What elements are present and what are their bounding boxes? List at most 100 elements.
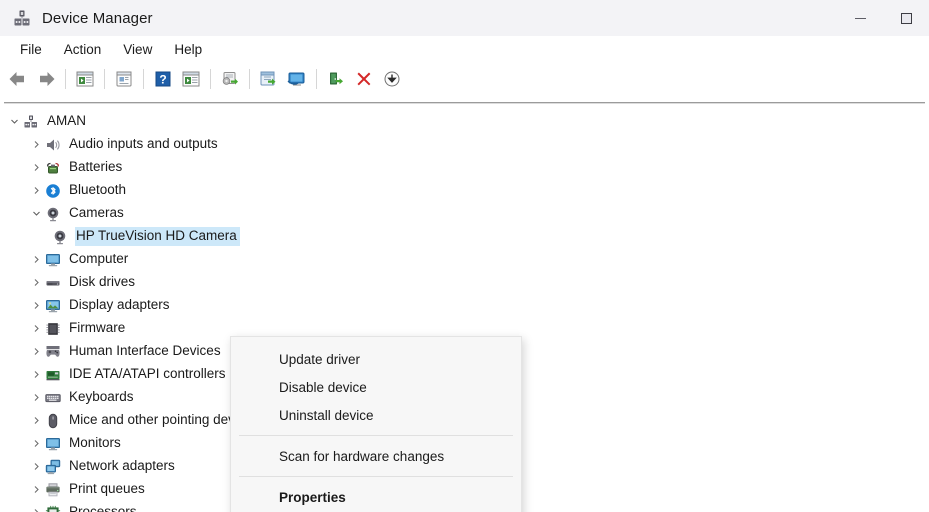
camera-icon <box>45 206 61 222</box>
tree-node-label: Processors <box>69 504 137 512</box>
menu-action[interactable]: Action <box>53 39 113 60</box>
mouse-icon <box>45 413 61 429</box>
menu-file[interactable]: File <box>9 39 53 60</box>
window-title: Device Manager <box>42 9 153 27</box>
keyboard-icon <box>45 390 61 406</box>
device-manager-window: Device Manager File Action View Help ? A… <box>0 0 929 512</box>
battery-icon <box>45 160 61 176</box>
monitor-screen-icon <box>45 436 61 452</box>
chevron-right-icon[interactable] <box>28 156 45 179</box>
chevron-right-icon[interactable] <box>28 179 45 202</box>
context-menu-item-properties[interactable]: Properties <box>231 483 521 511</box>
tree-node-aman[interactable]: AMAN <box>0 110 929 133</box>
toolbar-separator <box>104 68 105 89</box>
back-icon[interactable] <box>4 66 32 92</box>
menu-bar: File Action View Help <box>0 36 929 63</box>
tree-node-label: Computer <box>69 251 129 266</box>
context-menu-separator <box>239 476 513 477</box>
forward-icon[interactable] <box>32 66 60 92</box>
toolbar-separator <box>210 68 211 89</box>
tree-node-display-adapters[interactable]: Display adapters <box>0 294 929 317</box>
tree-node-bluetooth[interactable]: Bluetooth <box>0 179 929 202</box>
print-icon[interactable] <box>216 66 244 92</box>
bluetooth-icon <box>45 183 61 199</box>
help-icon[interactable]: ? <box>149 66 177 92</box>
scan-hardware-changes-icon[interactable] <box>283 66 311 92</box>
tree-node-label: Human Interface Devices <box>69 343 221 358</box>
tree-node-label: HP TrueVision HD Camera <box>75 227 240 246</box>
ide-controller-icon <box>45 367 61 383</box>
processor-icon <box>45 505 61 512</box>
network-adapter-icon <box>45 459 61 475</box>
tree-node-hp-truevision-hd-camera[interactable]: HP TrueVision HD Camera <box>0 225 929 248</box>
tree-node-label: AMAN <box>47 113 87 128</box>
chevron-right-icon[interactable] <box>28 386 45 409</box>
toolbar-separator <box>249 68 250 89</box>
disable-device-icon[interactable] <box>378 66 406 92</box>
context-menu-item-uninstall-device[interactable]: Uninstall device <box>231 401 521 429</box>
title-bar: Device Manager <box>0 0 929 36</box>
context-menu-item-update-driver[interactable]: Update driver <box>231 345 521 373</box>
camera-icon <box>52 229 68 245</box>
monitor-icon <box>45 252 61 268</box>
show-hide-console-tree-icon[interactable] <box>71 66 99 92</box>
tree-node-label: Disk drives <box>69 274 136 289</box>
toolbar-separator <box>65 68 66 89</box>
context-menu-item-scan-for-hardware-changes[interactable]: Scan for hardware changes <box>231 442 521 470</box>
minimize-icon <box>854 17 866 19</box>
tree-node-label: Batteries <box>69 159 123 174</box>
toolbar: ? <box>0 63 929 94</box>
chevron-right-icon[interactable] <box>28 133 45 156</box>
tree-node-batteries[interactable]: Batteries <box>0 156 929 179</box>
svg-text:?: ? <box>159 72 166 86</box>
tree-node-audio-inputs-and-outputs[interactable]: Audio inputs and outputs <box>0 133 929 156</box>
disk-drive-icon <box>45 275 61 291</box>
context-menu-item-disable-device[interactable]: Disable device <box>231 373 521 401</box>
chevron-right-icon[interactable] <box>28 340 45 363</box>
tree-node-label: Print queues <box>69 481 145 496</box>
tree-node-label: Keyboards <box>69 389 134 404</box>
toolbar-separator <box>143 68 144 89</box>
tree-node-computer[interactable]: Computer <box>0 248 929 271</box>
tree-node-label: Network adapters <box>69 458 175 473</box>
toolbar-separator <box>316 68 317 89</box>
minimize-button[interactable] <box>837 0 883 36</box>
context-menu-separator <box>239 435 513 436</box>
gamepad-icon <box>45 344 61 360</box>
chevron-right-icon[interactable] <box>28 294 45 317</box>
update-driver-icon[interactable] <box>255 66 283 92</box>
tree-node-label: Firmware <box>69 320 126 335</box>
maximize-icon <box>900 12 912 24</box>
chevron-right-icon[interactable] <box>28 432 45 455</box>
chevron-right-icon[interactable] <box>28 271 45 294</box>
chevron-right-icon[interactable] <box>28 409 45 432</box>
tree-node-disk-drives[interactable]: Disk drives <box>0 271 929 294</box>
device-properties-icon[interactable] <box>177 66 205 92</box>
menu-help[interactable]: Help <box>163 39 213 60</box>
properties-icon[interactable] <box>110 66 138 92</box>
uninstall-device-icon[interactable] <box>350 66 378 92</box>
chevron-right-icon[interactable] <box>28 363 45 386</box>
printer-icon <box>45 482 61 498</box>
chevron-right-icon[interactable] <box>28 317 45 340</box>
computer-root-icon <box>23 114 39 130</box>
chevron-right-icon[interactable] <box>28 248 45 271</box>
device-tree: AMAN Audio inputs and outputs Batteries … <box>0 104 929 512</box>
speaker-icon <box>45 137 61 153</box>
menu-view[interactable]: View <box>112 39 163 60</box>
tree-node-cameras[interactable]: Cameras <box>0 202 929 225</box>
tree-node-label: Cameras <box>69 205 124 220</box>
context-menu: Update driver Disable device Uninstall d… <box>230 336 522 512</box>
chevron-right-icon[interactable] <box>28 478 45 501</box>
tree-node-label: Monitors <box>69 435 121 450</box>
chevron-down-icon[interactable] <box>6 110 23 133</box>
enable-device-icon[interactable] <box>322 66 350 92</box>
chevron-down-icon[interactable] <box>28 202 45 225</box>
display-adapter-icon <box>45 298 61 314</box>
chevron-right-icon[interactable] <box>28 455 45 478</box>
tree-node-label: IDE ATA/ATAPI controllers <box>69 366 226 381</box>
tree-node-label: Bluetooth <box>69 182 127 197</box>
chevron-right-icon[interactable] <box>28 501 45 512</box>
tree-node-label: Audio inputs and outputs <box>69 136 218 151</box>
maximize-button[interactable] <box>883 0 929 36</box>
